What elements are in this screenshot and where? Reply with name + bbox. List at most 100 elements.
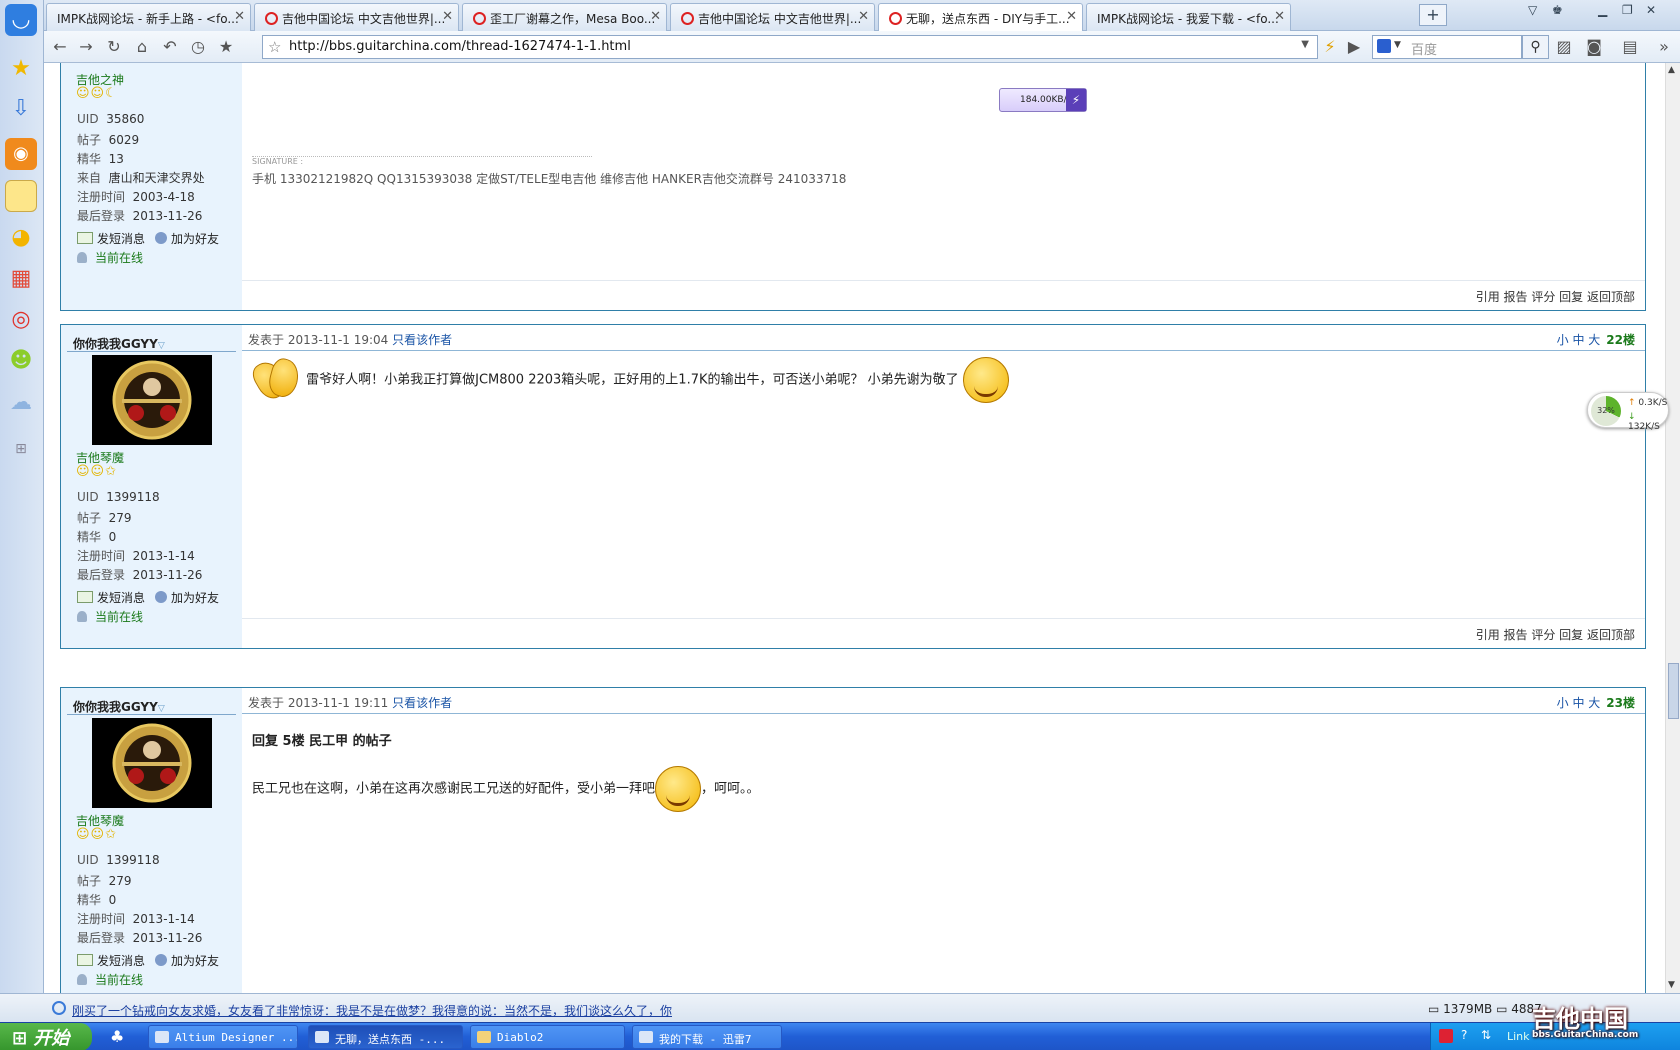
address-dropdown-icon[interactable]: ▼ — [1301, 39, 1309, 50]
taskbar-diablo2[interactable]: Diablo2 — [470, 1025, 625, 1049]
more-icon[interactable]: » — [1654, 37, 1674, 57]
taskbar-thunder[interactable]: 我的下载 - 迅雷7 — [632, 1025, 782, 1049]
scroll-up-icon[interactable]: ▲ — [1668, 65, 1675, 75]
tab-active-diy[interactable]: 无聊，送点东西 - DIY与手工... ✕ — [878, 3, 1083, 32]
close-tab-icon[interactable]: ✕ — [1274, 9, 1285, 24]
scroll-down-icon[interactable]: ▼ — [1668, 980, 1675, 990]
tab-list-icon[interactable]: ▽ — [1528, 3, 1537, 17]
cloud-icon[interactable]: ☁ — [5, 387, 37, 419]
back-icon[interactable]: ← — [50, 37, 70, 57]
font-size-links[interactable]: 小 中 大 — [1557, 696, 1601, 710]
weibo-icon[interactable]: ◎ — [5, 304, 37, 336]
username[interactable]: 你你我我GGYY▽ — [73, 335, 165, 352]
add-friend-link[interactable]: 加为好友 — [171, 591, 219, 605]
smiley-icon[interactable]: ☻ — [5, 345, 37, 377]
minimize-icon[interactable]: ▁ — [1598, 3, 1607, 17]
author-only-link[interactable]: 只看该作者 — [392, 696, 452, 710]
upload-speed: ↑ 0.3K/S — [1628, 398, 1667, 408]
notes-icon[interactable] — [5, 180, 37, 212]
bookmark-star-icon[interactable]: ★ — [216, 37, 236, 57]
close-tab-icon[interactable]: ✕ — [858, 9, 869, 24]
post-header-right: 小 中 大 22楼 — [1557, 331, 1635, 348]
close-tab-icon[interactable]: ✕ — [442, 9, 453, 24]
send-message-link[interactable]: 发短消息 — [97, 954, 145, 968]
send-message-link[interactable]: 发短消息 — [97, 232, 145, 246]
user-actions: 发短消息 加为好友 — [77, 952, 219, 969]
quick-launch-icon[interactable]: ♣ — [110, 1027, 124, 1046]
username[interactable]: 你你我我GGYY▽ — [73, 698, 165, 715]
close-window-icon[interactable]: ✕ — [1646, 3, 1656, 17]
favorite-page-icon[interactable]: ☆ — [268, 38, 281, 56]
floor-number[interactable]: 23楼 — [1606, 696, 1635, 710]
tab-impk-download[interactable]: IMPK战网论坛 - 我爱下载 - <fo... ✕ — [1086, 3, 1291, 31]
gift-icon[interactable]: ▦ — [5, 263, 37, 295]
refresh-icon[interactable]: ↻ — [104, 37, 124, 57]
skin-icon[interactable]: ♚ — [1552, 3, 1563, 17]
taskbar-altium[interactable]: Altium Designer ... — [148, 1025, 298, 1049]
baidu-engine-icon[interactable] — [1377, 39, 1391, 53]
tab-label: IMPK战网论坛 - 新手上路 - <fo... — [57, 12, 239, 26]
tab-guitarchina-2[interactable]: 吉他中国论坛 中文吉他世界|... ✕ — [670, 3, 875, 31]
help-icon[interactable]: ? — [1461, 1028, 1467, 1042]
essence-value: 13 — [108, 152, 124, 166]
author-only-link[interactable]: 只看该作者 — [392, 333, 452, 347]
tray-app-icon[interactable] — [1439, 1029, 1453, 1043]
search-input[interactable]: ▼ 百度 — [1372, 35, 1522, 59]
rss-icon[interactable]: ◉ — [5, 138, 37, 170]
post-22: 你你我我GGYY▽ 吉他琴魔 ☺☺✩ UID 1399118 帖子 279 精华… — [60, 324, 1646, 649]
scrollbar-thumb[interactable] — [1668, 663, 1679, 719]
speed-mode-icon[interactable]: ⚡ — [1320, 37, 1340, 57]
pacman-game-icon[interactable]: ◕ — [5, 222, 37, 254]
start-button[interactable]: ⊞ 开始 — [0, 1023, 92, 1050]
new-tab-button[interactable]: + — [1419, 4, 1447, 26]
engine-dropdown-icon[interactable]: ▼ — [1394, 40, 1401, 50]
tools-icon[interactable]: ▤ — [1620, 37, 1640, 57]
user-menu-icon[interactable]: ▽ — [158, 704, 165, 714]
restore-icon[interactable]: ❐ — [1622, 3, 1633, 17]
guitarchina-favicon-icon — [889, 12, 902, 25]
network-icon[interactable]: ⇅ — [1481, 1028, 1491, 1042]
add-friend-link[interactable]: 加为好友 — [171, 232, 219, 246]
post-footer-actions[interactable]: 引用 报告 评分 回复 返回顶部 — [242, 618, 1645, 648]
browser-logo-icon[interactable]: ◡ — [5, 4, 37, 36]
send-message-link[interactable]: 发短消息 — [97, 591, 145, 605]
taskbar-browser[interactable]: 无聊，送点东西 -... — [308, 1025, 463, 1049]
home-icon[interactable]: ⌂ — [132, 37, 152, 57]
address-bar[interactable]: ☆ http://bbs.guitarchina.com/thread-1627… — [262, 35, 1318, 59]
network-speed-widget[interactable]: 32% ↑ 0.3K/S ↓ 132K/S — [1587, 392, 1669, 432]
post-message: 民工兄也在这啊，小弟在这再次感谢民工兄送的好配件，受小弟一拜吧 ，呵呵。。 — [252, 766, 760, 812]
close-tab-icon[interactable]: ✕ — [650, 9, 661, 24]
history-icon[interactable]: ◷ — [188, 37, 208, 57]
search-button[interactable]: ⚲ — [1522, 35, 1549, 59]
go-icon[interactable]: ▶ — [1344, 37, 1364, 57]
post-footer-actions[interactable]: 引用 报告 评分 回复 返回顶部 — [242, 280, 1645, 310]
font-size-links[interactable]: 小 中 大 — [1557, 333, 1601, 347]
add-friend-link[interactable]: 加为好友 — [171, 954, 219, 968]
user-post-count: 帖子 279 — [77, 509, 132, 526]
posts-label: 帖子 — [77, 133, 102, 147]
avatar[interactable] — [92, 355, 212, 445]
post-body: 发表于 2013-11-1 19:04 只看该作者 小 中 大 22楼 雷爷好人啊… — [242, 325, 1645, 648]
add-app-icon[interactable]: ⊞ — [5, 433, 37, 465]
avatar[interactable] — [92, 718, 212, 808]
vertical-scrollbar[interactable]: ▲ ▼ — [1665, 63, 1680, 993]
download-icon[interactable]: ⇩ — [5, 93, 37, 125]
screenshot-icon[interactable]: ◙ — [1584, 37, 1604, 57]
windows-taskbar: ⊞ 开始 ♣ Altium Designer ... 无聊，送点东西 -... … — [0, 1022, 1680, 1050]
taskbar-label: 无聊，送点东西 -... — [335, 1033, 446, 1046]
undo-close-icon[interactable]: ↶ — [160, 37, 180, 57]
tab-mesa-boogie[interactable]: 歪工厂谢幕之作，Mesa Boo... ✕ — [462, 3, 667, 31]
user-menu-icon[interactable]: ▽ — [158, 341, 165, 351]
tab-guitarchina-1[interactable]: 吉他中国论坛 中文吉他世界|... ✕ — [254, 3, 459, 31]
registered-value: 2013-1-14 — [132, 912, 195, 926]
floor-number[interactable]: 22楼 — [1606, 333, 1635, 347]
close-tab-icon[interactable]: ✕ — [1066, 9, 1077, 24]
tab-impk-newbie[interactable]: IMPK战网论坛 - 新手上路 - <fo... ✕ — [46, 3, 251, 31]
forward-icon[interactable]: → — [76, 37, 96, 57]
posts-value: 279 — [108, 511, 132, 525]
lightning-icon: ⚡ — [1066, 89, 1086, 111]
news-ticker[interactable]: 刚买了一个钻戒向女友求婚，女友看了非常惊讶：我是不是在做梦？我得意的说：当然不是… — [72, 1002, 672, 1019]
close-tab-icon[interactable]: ✕ — [234, 9, 245, 24]
no-image-icon[interactable]: ▨ — [1554, 37, 1574, 57]
favorites-star-icon[interactable]: ★ — [5, 53, 37, 85]
